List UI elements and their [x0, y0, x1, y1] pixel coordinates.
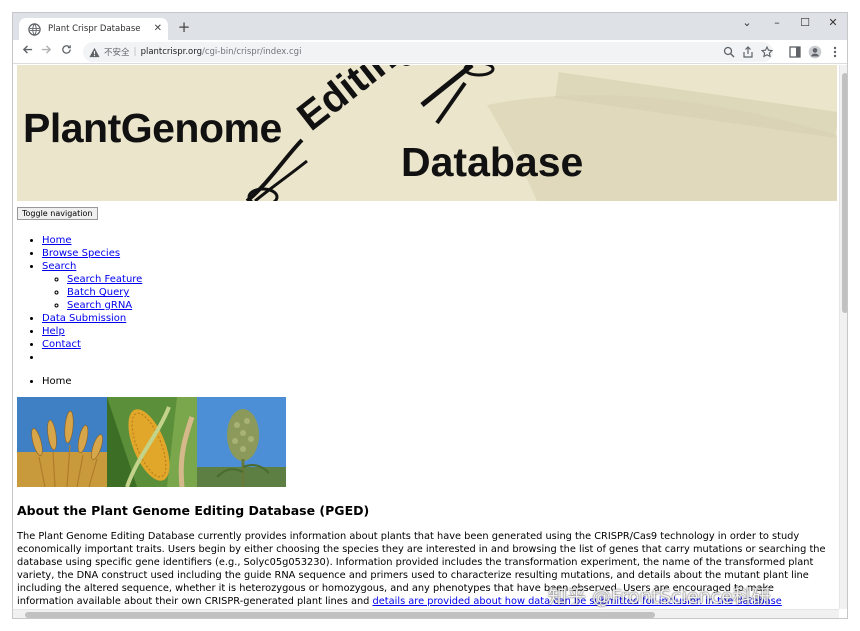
- bookmark-star-icon[interactable]: [761, 46, 773, 58]
- new-tab-button[interactable]: +: [175, 18, 193, 36]
- vertical-scrollbar[interactable]: [839, 65, 847, 609]
- nav-link-search[interactable]: Search: [42, 261, 76, 272]
- more-menu-icon[interactable]: [828, 45, 842, 59]
- nav-link-home[interactable]: Home: [42, 235, 72, 246]
- tab-close-icon[interactable]: ✕: [154, 24, 162, 34]
- share-icon[interactable]: [742, 46, 754, 58]
- back-arrow-icon[interactable]: [18, 43, 36, 61]
- title-bar: Plant Crispr Database ✕ + ⌄ – ☐ ✕: [13, 13, 847, 40]
- zoom-icon[interactable]: [723, 46, 735, 58]
- warning-icon: [89, 47, 100, 57]
- not-secure-label: 不安全: [104, 48, 130, 58]
- reload-icon[interactable]: [57, 43, 75, 61]
- nav-item-empty: [42, 351, 837, 364]
- nav-item-search: Search Search Feature Batch Query Search…: [42, 260, 837, 312]
- horizontal-scroll-thumb[interactable]: [25, 612, 655, 618]
- nav-item-data-submission: Data Submission: [42, 312, 837, 325]
- browser-toolbar: 不安全 | plantcrispr.org/cgi-bin/crispr/ind…: [13, 40, 847, 64]
- page-viewport: PlantGenome Editing Database Toggle navi…: [13, 65, 847, 618]
- address-bar[interactable]: 不安全 | plantcrispr.org/cgi-bin/crispr/ind…: [83, 42, 773, 62]
- nav-item-home: Home: [42, 234, 837, 247]
- nav-link-data-submission[interactable]: Data Submission: [42, 313, 126, 324]
- maximize-button[interactable]: ☐: [791, 13, 819, 35]
- nav-link-contact[interactable]: Contact: [42, 339, 81, 350]
- toggle-navigation-button[interactable]: Toggle navigation: [17, 207, 98, 220]
- globe-icon: [28, 22, 41, 36]
- tab-title: Plant Crispr Database: [48, 24, 141, 34]
- nav-link-help[interactable]: Help: [42, 326, 65, 337]
- subnav-item-batch-query: Batch Query: [67, 286, 837, 299]
- search-submenu: Search Feature Batch Query Search gRNA: [42, 273, 837, 312]
- url-host: plantcrispr.org: [140, 47, 202, 57]
- subnav-link-batch-query[interactable]: Batch Query: [67, 287, 129, 298]
- about-heading: About the Plant Genome Editing Database …: [17, 503, 370, 518]
- tab-search-icon[interactable]: ⌄: [733, 13, 761, 35]
- vertical-scroll-thumb[interactable]: [842, 73, 847, 313]
- nav-link-browse-species[interactable]: Browse Species: [42, 248, 120, 259]
- address-separator: |: [133, 47, 137, 57]
- browser-tab[interactable]: Plant Crispr Database ✕: [19, 18, 168, 40]
- nav-item-browse-species: Browse Species: [42, 247, 837, 260]
- subnav-link-search-grna[interactable]: Search gRNA: [67, 300, 132, 311]
- banner-title-plantgenome: PlantGenome: [23, 105, 282, 151]
- zhihu-watermark: 知乎 @FrontScience科研: [548, 586, 771, 608]
- corn-photo: [107, 397, 197, 487]
- main-nav: Home Browse Species Search Search Featur…: [17, 234, 837, 364]
- subnav-link-search-feature[interactable]: Search Feature: [67, 274, 142, 285]
- browser-window: Plant Crispr Database ✕ + ⌄ – ☐ ✕ 不安全 | …: [12, 12, 848, 619]
- nav-item-contact: Contact: [42, 338, 837, 351]
- minimize-button[interactable]: –: [763, 13, 791, 35]
- subnav-item-search-feature: Search Feature: [67, 273, 837, 286]
- close-window-button[interactable]: ✕: [819, 13, 847, 35]
- forward-arrow-icon[interactable]: [37, 43, 55, 61]
- subnav-item-search-grna: Search gRNA: [67, 299, 837, 312]
- crop-photo-strip: [17, 397, 286, 487]
- breadcrumb-current: Home: [42, 375, 837, 388]
- page-content: PlantGenome Editing Database Toggle navi…: [17, 65, 837, 608]
- side-panel-icon[interactable]: [788, 45, 802, 59]
- horizontal-scrollbar[interactable]: [13, 609, 839, 618]
- sorghum-photo: [197, 397, 286, 487]
- nav-item-help: Help: [42, 325, 837, 338]
- site-banner: PlantGenome Editing Database: [17, 65, 837, 201]
- url-path: /cgi-bin/crispr/index.cgi: [201, 47, 302, 57]
- profile-avatar-icon[interactable]: [808, 45, 822, 59]
- breadcrumb: Home: [17, 375, 837, 388]
- wheat-photo: [17, 397, 107, 487]
- banner-title-database: Database: [401, 139, 584, 185]
